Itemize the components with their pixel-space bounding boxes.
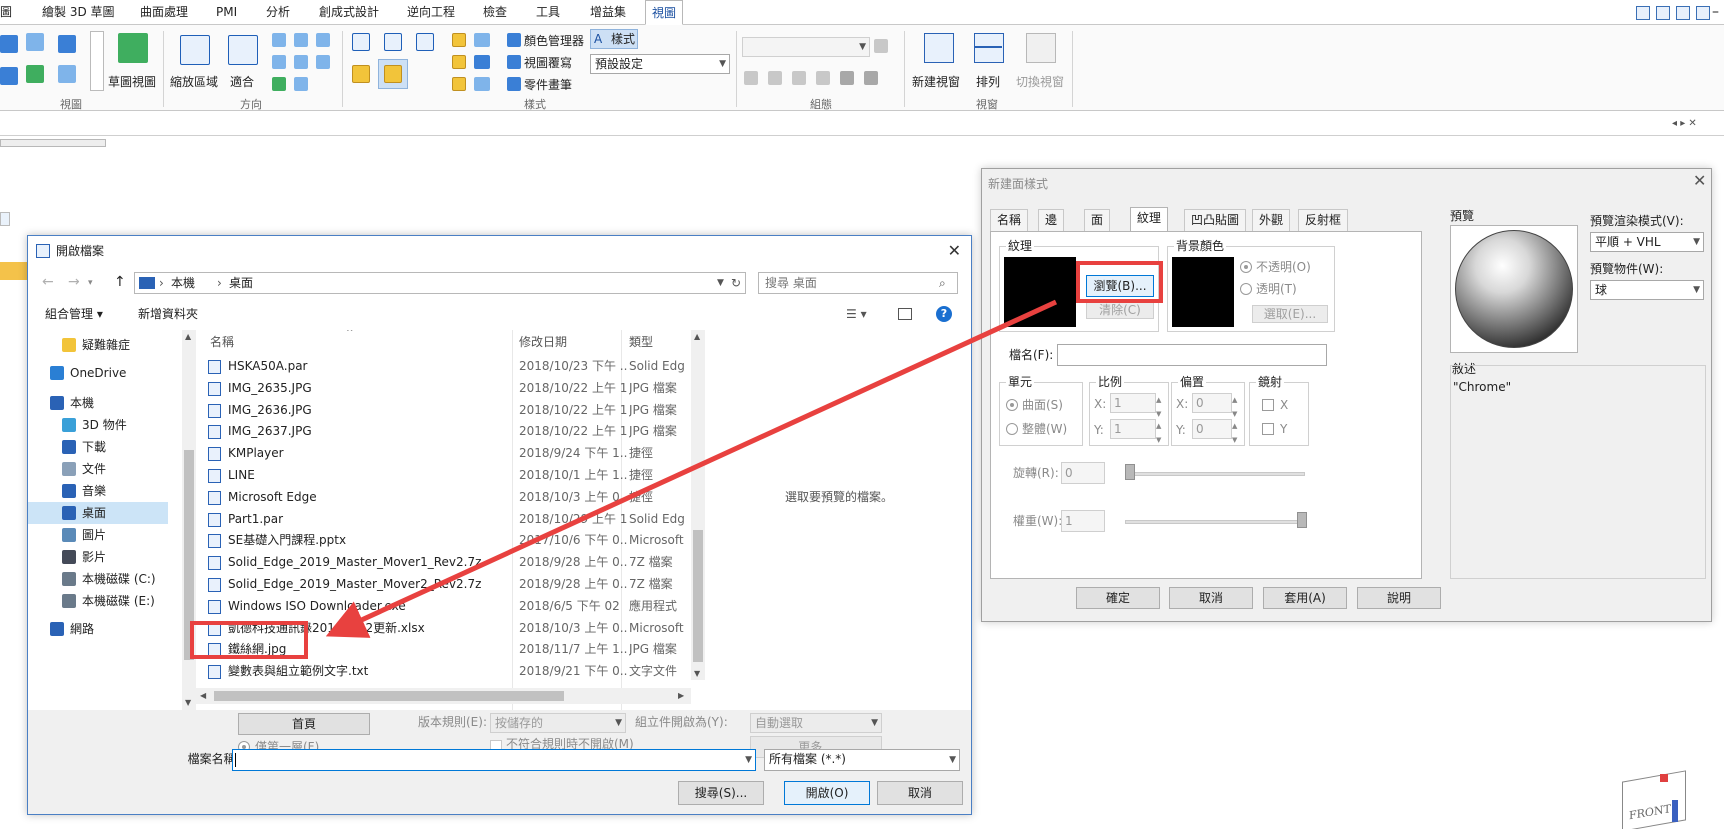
axis-x-marker bbox=[1660, 774, 1668, 782]
view-cube-front-label: FRONT bbox=[1629, 802, 1671, 823]
annotation-arrow bbox=[325, 299, 1058, 638]
arrow-line bbox=[325, 299, 1058, 638]
axis-z-marker bbox=[1672, 800, 1678, 822]
